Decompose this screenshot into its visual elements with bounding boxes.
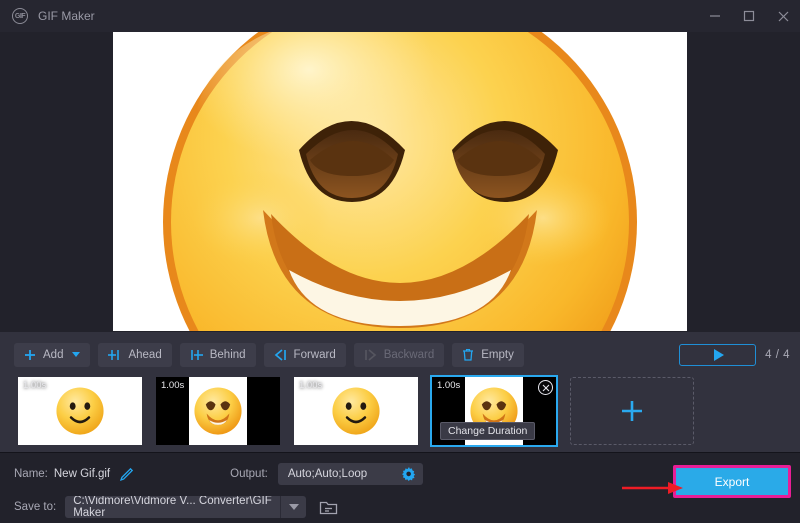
close-icon[interactable] — [766, 0, 800, 32]
play-icon — [714, 349, 724, 361]
slightly-smiling-face-emoji — [330, 385, 382, 437]
empty-button[interactable]: Empty — [452, 343, 524, 367]
close-frame-icon[interactable] — [538, 380, 553, 395]
chevron-down-icon[interactable] — [72, 352, 80, 357]
frame-duration: 1.00s — [299, 380, 322, 391]
minimize-icon[interactable] — [698, 0, 732, 32]
insert-behind-icon — [190, 349, 203, 361]
export-button[interactable]: Export — [676, 468, 788, 495]
list-item[interactable]: 1.00s — [156, 377, 280, 445]
frame-counter: 4 / 4 — [765, 349, 790, 361]
folder-browse-icon[interactable] — [316, 496, 340, 518]
output-value: Auto;Auto;Loop — [288, 468, 367, 480]
maximize-icon[interactable] — [732, 0, 766, 32]
add-button-label: Add — [43, 349, 63, 361]
backward-button[interactable]: Backward — [354, 343, 445, 367]
save-path-dropdown[interactable] — [280, 496, 306, 518]
list-item[interactable]: 1.00s — [18, 377, 142, 445]
play-button[interactable] — [679, 344, 756, 366]
pencil-icon[interactable] — [119, 467, 134, 482]
save-path-value: C:\Vidmore\Vidmore V... Converter\GIF Ma… — [73, 496, 272, 518]
behind-button-label: Behind — [210, 349, 246, 361]
move-backward-icon — [364, 349, 377, 361]
forward-button[interactable]: Forward — [264, 343, 346, 367]
app-logo-text: GIF — [15, 13, 25, 20]
slightly-smiling-face-emoji — [54, 385, 106, 437]
backward-button-label: Backward — [384, 349, 435, 361]
smiling-face-with-smiling-eyes-emoji — [192, 385, 244, 437]
playback-controls: 4 / 4 — [679, 332, 790, 377]
title-bar: GIF GIF Maker — [0, 0, 800, 32]
gear-icon[interactable] — [402, 467, 416, 481]
frame-toolbar: Add Ahead Behind Forward Backward — [0, 332, 800, 377]
output-settings-field[interactable]: Auto;Auto;Loop — [278, 463, 423, 485]
empty-button-label: Empty — [481, 349, 514, 361]
plus-icon — [619, 398, 645, 424]
preview-canvas[interactable] — [113, 32, 687, 331]
name-label: Name: — [14, 468, 48, 480]
save-path-field[interactable]: C:\Vidmore\Vidmore V... Converter\GIF Ma… — [65, 496, 280, 518]
preview-area — [0, 32, 800, 332]
red-arrow-pointer — [622, 481, 684, 495]
window-title: GIF Maker — [38, 9, 95, 23]
behind-button[interactable]: Behind — [180, 343, 256, 367]
change-duration-tooltip[interactable]: Change Duration — [440, 422, 535, 440]
plus-icon — [24, 349, 36, 361]
frame-duration: 1.00s — [437, 380, 460, 391]
trash-icon — [462, 348, 474, 361]
export-highlight: Export — [673, 465, 791, 498]
gif-name-value: New Gif.gif — [54, 468, 110, 480]
frame-filmstrip: 1.00s 1.00s — [0, 372, 800, 450]
add-frame-slot[interactable] — [570, 377, 694, 445]
window-controls — [698, 0, 800, 32]
output-label: Output: — [230, 468, 268, 480]
frame-duration: 1.00s — [161, 380, 184, 391]
chevron-down-icon — [289, 504, 299, 510]
save-to-label: Save to: — [14, 501, 56, 513]
ahead-button-label: Ahead — [128, 349, 161, 361]
ahead-button[interactable]: Ahead — [98, 343, 171, 367]
add-button[interactable]: Add — [14, 343, 90, 367]
forward-button-label: Forward — [294, 349, 336, 361]
gif-circle-icon: GIF — [12, 8, 28, 24]
move-forward-icon — [274, 349, 287, 361]
frame-duration: 1.00s — [23, 380, 46, 391]
smiling-face-with-smiling-eyes-emoji — [113, 32, 687, 331]
insert-ahead-icon — [108, 349, 121, 361]
list-item[interactable]: 1.00s — [294, 377, 418, 445]
gif-maker-window: GIF GIF Maker — [0, 0, 800, 523]
list-item[interactable]: 1.00s Change Duration — [432, 377, 556, 445]
